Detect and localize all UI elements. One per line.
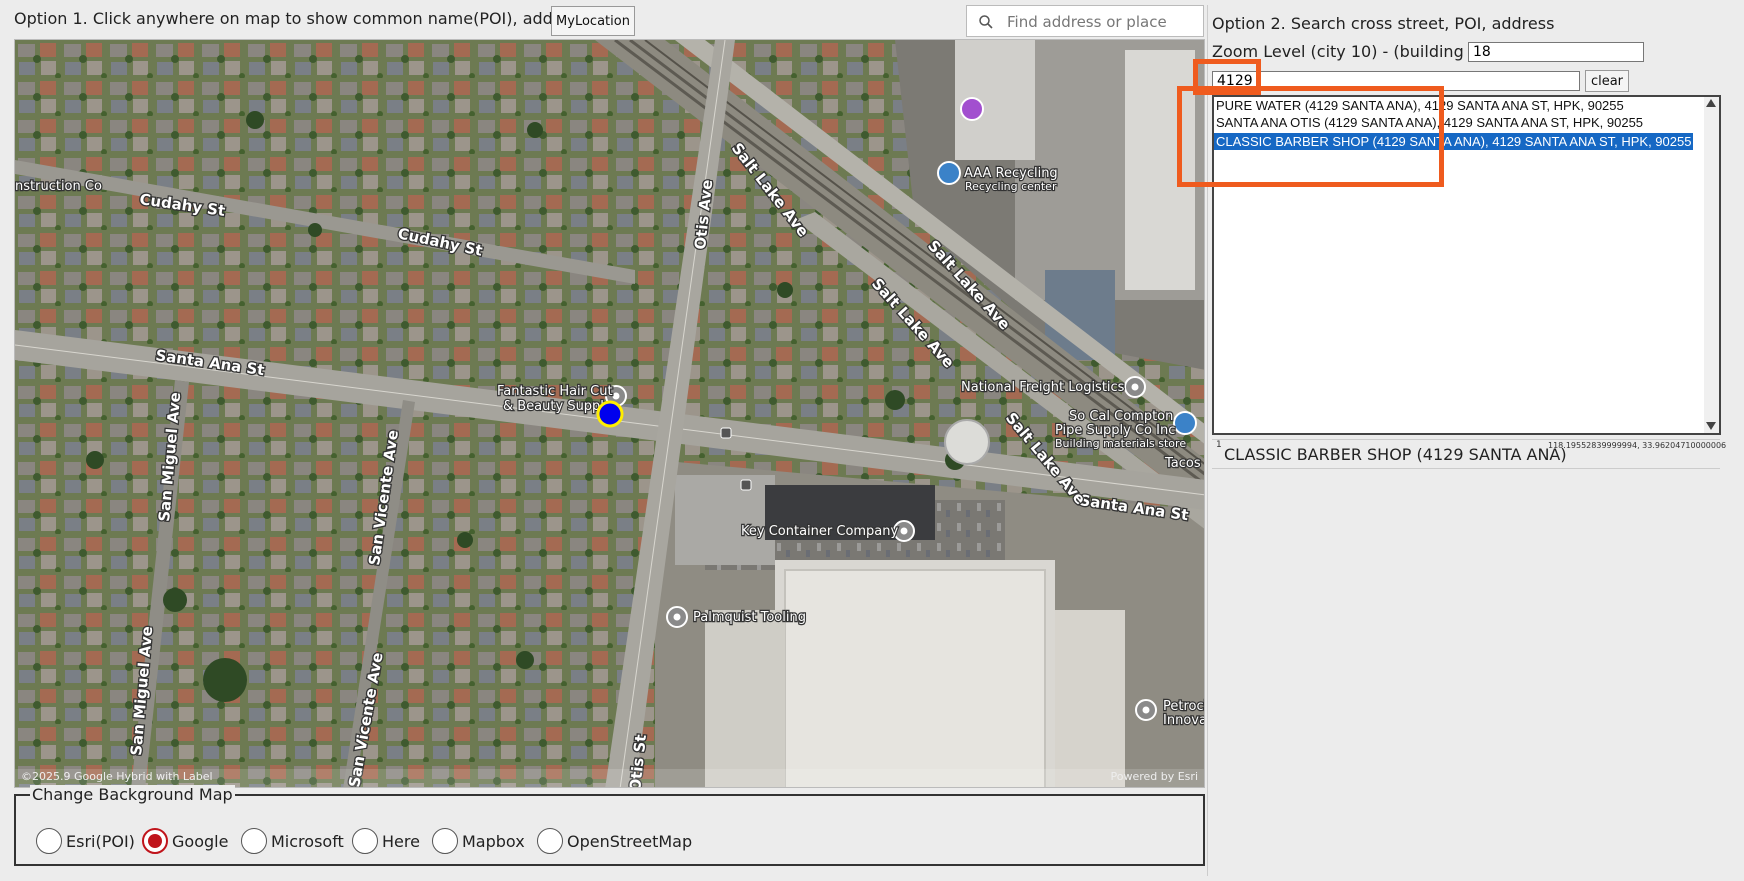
radio-label: Mapbox <box>462 831 525 851</box>
radio-microsoft[interactable]: Microsoft <box>241 826 344 856</box>
esri-attribution[interactable]: Powered by Esri <box>1110 770 1198 783</box>
selected-result-number: 1 <box>1216 440 1222 450</box>
poi-label: Innovat <box>1163 713 1205 728</box>
background-map-group: Change Background Map Esri(POI) Google M… <box>14 785 1205 866</box>
map-imagery[interactable]: nstruction Co Cudahy St Cudahy St Santa … <box>15 40 1205 788</box>
poi-label: Pipe Supply Co Inc <box>1055 423 1175 438</box>
shop-pin <box>960 97 984 121</box>
radio-circle[interactable] <box>432 828 458 854</box>
radio-here[interactable]: Here <box>352 826 420 856</box>
poi-label: Palmquist Tooling <box>693 610 806 625</box>
radio-label: Google <box>172 831 229 851</box>
radio-circle[interactable] <box>352 828 378 854</box>
radio-esri-poi[interactable]: Esri(POI) <box>36 826 135 856</box>
radio-label: Esri(POI) <box>66 831 135 851</box>
poi-label: National Freight Logistics <box>961 380 1125 395</box>
location-marker <box>596 400 624 428</box>
radio-label: OpenStreetMap <box>567 831 693 851</box>
option1-title: Option 1. Click anywhere on map to show … <box>14 9 586 28</box>
mylocation-button[interactable]: MyLocation <box>551 6 635 36</box>
radio-label: Here <box>382 831 420 851</box>
radio-circle[interactable] <box>36 828 62 854</box>
radio-google[interactable]: Google <box>142 826 228 856</box>
poi-label: Fantastic Hair Cut <box>497 384 613 399</box>
selected-result[interactable]: 1 CLASSIC BARBER SHOP (4129 SANTA ANA) 1… <box>1212 439 1726 469</box>
search-icon[interactable] <box>978 14 994 30</box>
map-search-box[interactable] <box>966 5 1204 37</box>
selected-result-name[interactable]: CLASSIC BARBER SHOP (4129 SANTA ANA) <box>1224 445 1567 464</box>
highlight-box <box>1177 86 1444 187</box>
selected-result-coords: 118.19552839999994, 33.96204710000006 <box>1548 441 1727 450</box>
radio-circle-checked[interactable] <box>142 828 168 854</box>
poi-label: AAA Recycling <box>964 166 1058 181</box>
scroll-down-arrow-icon[interactable] <box>1706 422 1716 430</box>
map-attribution: ©2025.9 Google Hybrid with Label <box>21 770 213 783</box>
radio-openstreetmap[interactable]: OpenStreetMap <box>537 826 692 856</box>
radio-mapbox[interactable]: Mapbox <box>432 826 525 856</box>
results-scrollbar[interactable] <box>1704 97 1719 433</box>
poi-label: So Cal Compton <box>1069 409 1173 424</box>
poi-label: Building materials store <box>1055 437 1186 450</box>
radio-label: Microsoft <box>271 831 344 851</box>
poi-label: Petroch <box>1163 699 1205 714</box>
map-search-input[interactable] <box>1005 10 1199 34</box>
street-label: nstruction Co <box>15 179 102 194</box>
option2-title: Option 2. Search cross street, POI, addr… <box>1212 14 1555 33</box>
poi-label: Recycling center <box>965 180 1057 193</box>
poi-label: Key Container Company <box>741 524 899 539</box>
poi-label: Tacos G <box>1164 456 1205 471</box>
background-map-legend: Change Background Map <box>30 785 235 804</box>
poi-label: & Beauty Supply <box>503 399 612 414</box>
clear-button[interactable]: clear <box>1585 70 1629 92</box>
radio-circle[interactable] <box>241 828 267 854</box>
zoom-level-input[interactable] <box>1468 42 1644 62</box>
scroll-up-arrow-icon[interactable] <box>1706 99 1716 107</box>
map-view[interactable]: nstruction Co Cudahy St Cudahy St Santa … <box>14 39 1205 788</box>
radio-circle[interactable] <box>537 828 563 854</box>
